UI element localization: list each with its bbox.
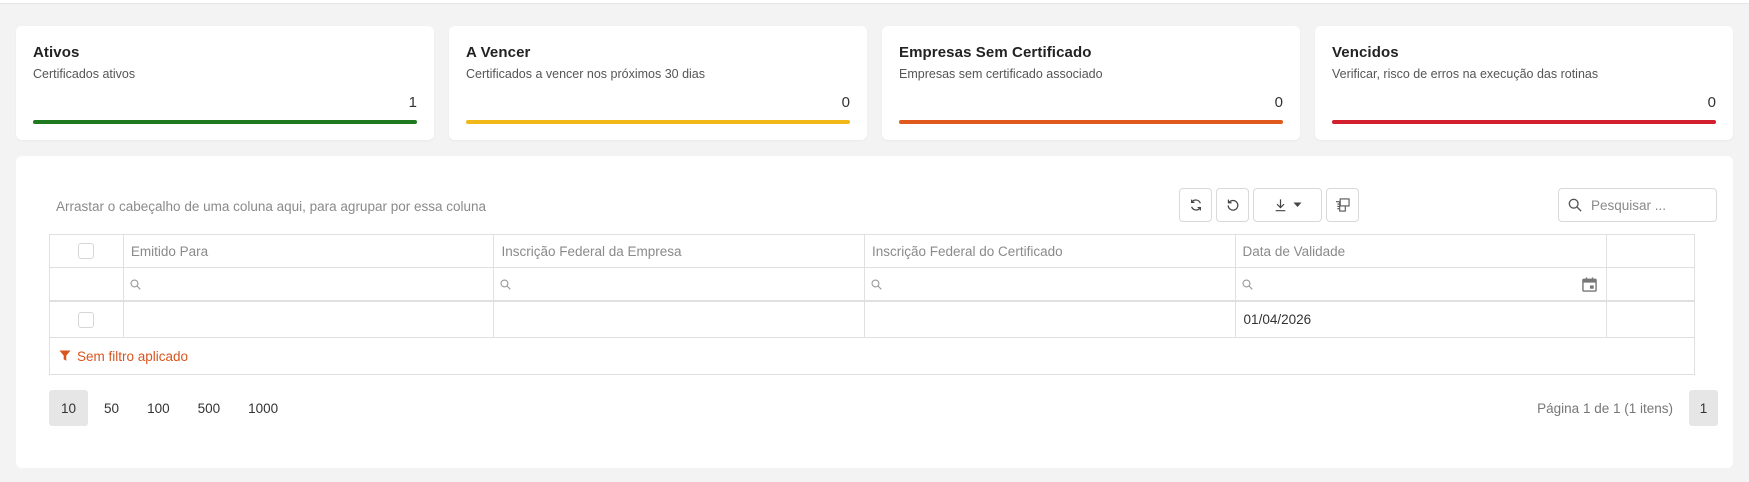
column-header-emitido-para[interactable]: Emitido Para <box>124 235 495 267</box>
grid-search-box[interactable] <box>1558 188 1717 222</box>
card-subtitle: Certificados ativos <box>33 67 136 81</box>
cell-emitido-para <box>124 302 495 337</box>
column-chooser-icon <box>1335 198 1350 212</box>
filter-status-text: Sem filtro aplicado <box>77 348 189 364</box>
page-size-10[interactable]: 10 <box>49 390 89 426</box>
filter-row <box>50 268 1694 302</box>
card-subtitle: Verificar, risco de erros na execução da… <box>1332 67 1599 81</box>
data-table: Emitido Para Inscrição Federal da Empres… <box>49 234 1695 375</box>
card-subtitle: Empresas sem certificado associado <box>899 67 1103 81</box>
search-icon <box>1568 198 1582 212</box>
card-a-vencer[interactable]: A Vencer Certificados a vencer nos próxi… <box>449 26 867 140</box>
search-icon <box>1242 278 1253 290</box>
page-size-100[interactable]: 100 <box>135 390 182 426</box>
card-subtitle: Certificados a vencer nos próximos 30 di… <box>466 67 706 81</box>
column-header-inscricao-empresa[interactable]: Inscrição Federal da Empresa <box>494 235 865 267</box>
header-row: Emitido Para Inscrição Federal da Empres… <box>50 235 1694 268</box>
card-color-bar <box>1332 120 1716 124</box>
refresh-icon <box>1190 199 1201 211</box>
page-size-selector: 10 50 100 500 1000 <box>49 390 290 426</box>
page-size-500[interactable]: 500 <box>186 390 233 426</box>
filter-icon <box>59 350 71 361</box>
card-color-bar <box>899 120 1283 124</box>
card-ativos[interactable]: Ativos Certificados ativos 1 <box>16 26 434 140</box>
card-value: 0 <box>841 94 850 111</box>
grid-toolbar <box>16 188 1733 222</box>
column-header-inscricao-certificado[interactable]: Inscrição Federal do Certificado <box>865 235 1236 267</box>
calendar-icon[interactable] <box>1582 277 1597 292</box>
filter-emitido-para[interactable] <box>124 268 495 300</box>
search-input[interactable] <box>1591 197 1711 213</box>
filter-inscricao-empresa[interactable] <box>494 268 865 300</box>
top-bar <box>0 0 1749 4</box>
card-title: Vencidos <box>1332 44 1399 61</box>
row-select-cell <box>50 302 124 337</box>
column-header-data-validade[interactable]: Data de Validade <box>1236 235 1608 267</box>
filter-cell-select <box>50 268 124 300</box>
card-empresas-sem-certificado[interactable]: Empresas Sem Certificado Empresas sem ce… <box>882 26 1300 140</box>
column-header-actions <box>1607 235 1694 267</box>
select-all-cell <box>50 235 124 267</box>
card-value: 0 <box>1707 94 1716 111</box>
page-size-50[interactable]: 50 <box>92 390 131 426</box>
select-all-checkbox[interactable] <box>78 243 95 259</box>
search-icon <box>500 278 512 290</box>
reset-button[interactable] <box>1216 188 1249 222</box>
filter-cell-actions <box>1607 268 1694 300</box>
page-size-1000[interactable]: 1000 <box>236 390 290 426</box>
certificates-grid: Arrastar o cabeçalho de uma coluna aqui,… <box>16 156 1733 468</box>
refresh-button[interactable] <box>1179 188 1212 222</box>
card-color-bar <box>33 120 417 124</box>
card-title: Empresas Sem Certificado <box>899 44 1092 61</box>
download-icon <box>1275 199 1285 212</box>
pager-info: Página 1 de 1 (1 itens) <box>1537 401 1673 416</box>
filter-inscricao-certificado[interactable] <box>865 268 1236 300</box>
summary-cards: Ativos Certificados ativos 1 A Vencer Ce… <box>16 26 1733 140</box>
filter-status-bar[interactable]: Sem filtro aplicado <box>50 338 1694 374</box>
reset-icon <box>1227 199 1238 211</box>
search-icon <box>130 278 141 290</box>
card-color-bar <box>466 120 850 124</box>
export-button[interactable] <box>1253 188 1322 222</box>
chevron-down-icon <box>1293 202 1301 207</box>
column-chooser-button[interactable] <box>1326 188 1359 222</box>
card-title: A Vencer <box>466 44 531 61</box>
card-value: 1 <box>408 94 417 111</box>
card-vencidos[interactable]: Vencidos Verificar, risco de erros na ex… <box>1315 26 1733 140</box>
page-button-1[interactable]: 1 <box>1689 390 1718 426</box>
cell-data-validade: 01/04/2026 <box>1236 302 1608 337</box>
cell-actions <box>1607 302 1694 337</box>
table-row[interactable]: 01/04/2026 <box>50 302 1694 338</box>
card-title: Ativos <box>33 44 80 61</box>
cell-inscricao-certificado <box>865 302 1236 337</box>
cell-inscricao-empresa <box>494 302 865 337</box>
card-value: 0 <box>1274 94 1283 111</box>
row-checkbox[interactable] <box>78 311 95 328</box>
filter-data-validade[interactable] <box>1236 268 1608 300</box>
search-icon <box>871 278 882 290</box>
